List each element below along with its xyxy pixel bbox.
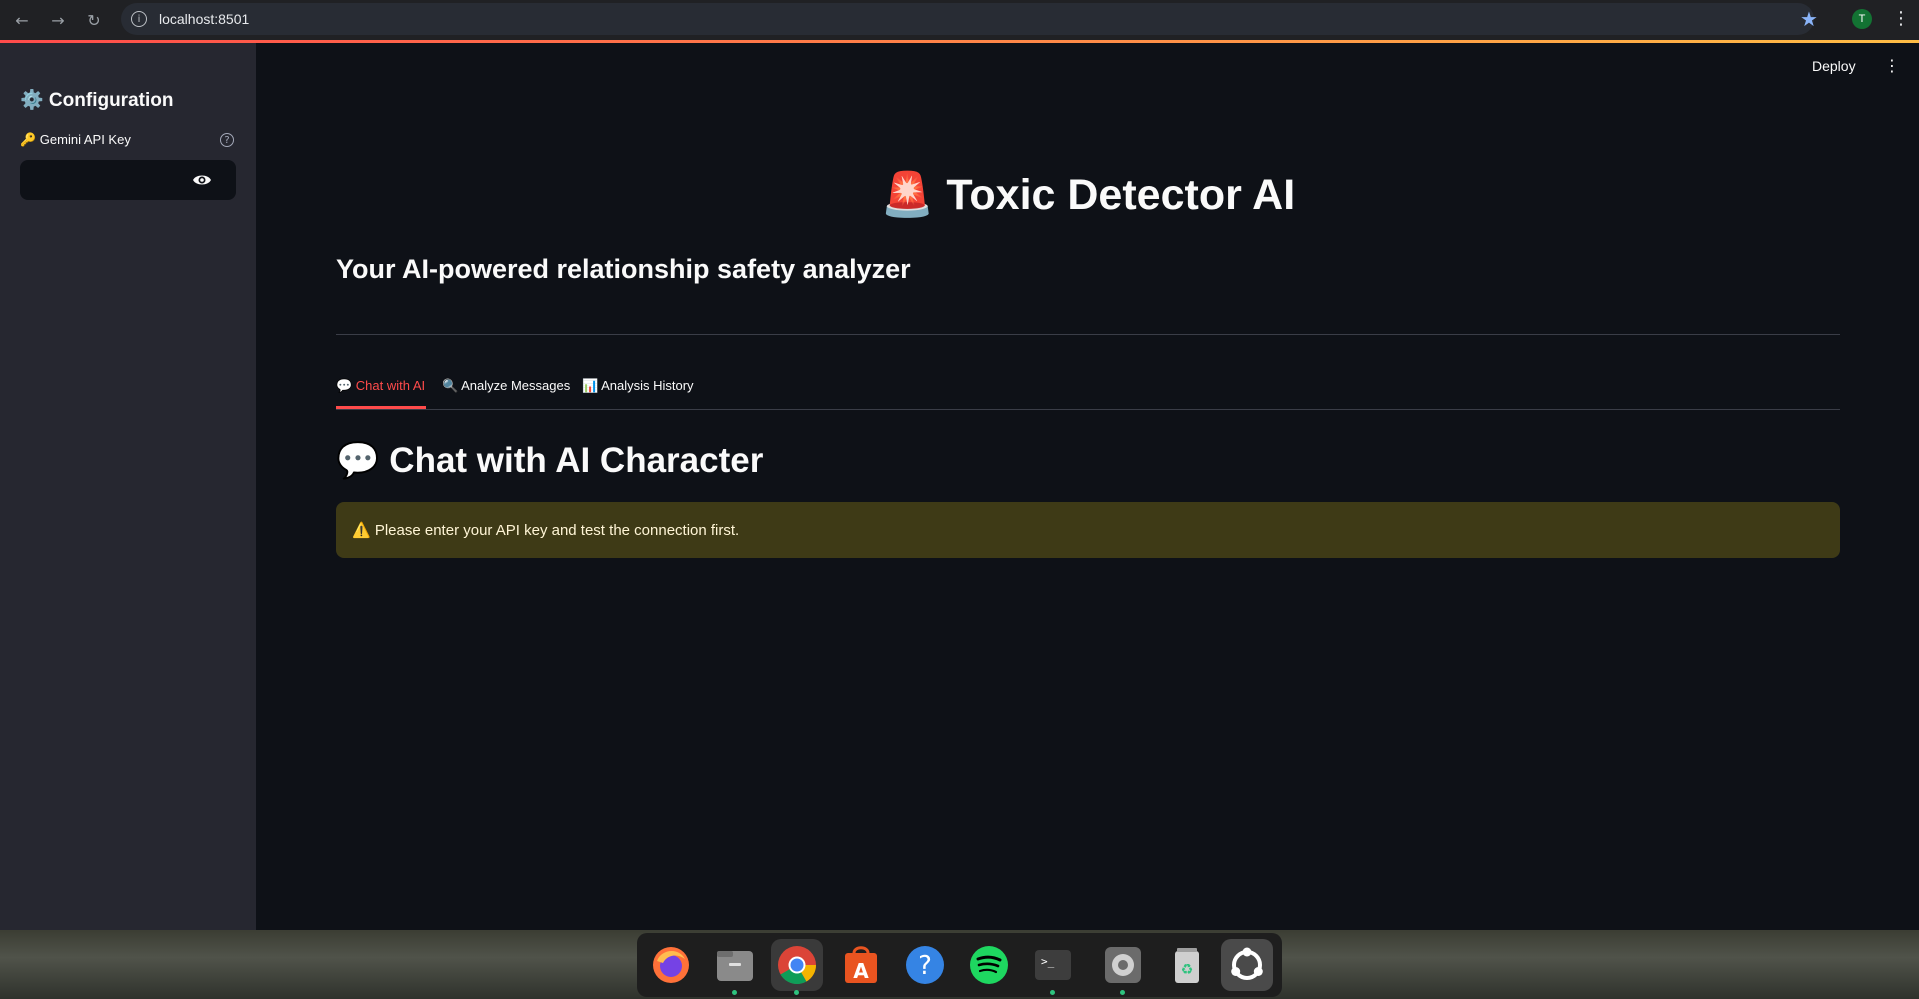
bookmark-star-icon[interactable]: ★ — [1800, 7, 1818, 31]
profile-avatar[interactable]: T — [1852, 9, 1872, 29]
site-info-icon[interactable]: i — [131, 11, 147, 27]
page-title: 🚨 Toxic Detector AI — [880, 171, 1296, 219]
tab-bar: 💬 Chat with AI 🔍 Analyze Messages 📊 Anal… — [336, 370, 1840, 410]
help-icon[interactable]: ? — [220, 133, 234, 147]
section-title: 💬 Chat with AI Character — [336, 441, 764, 480]
divider — [336, 334, 1840, 335]
spotify-icon[interactable] — [963, 939, 1015, 991]
tab-chat-with-ai[interactable]: 💬 Chat with AI — [336, 378, 425, 394]
svg-text:A: A — [853, 959, 869, 983]
api-key-label: 🔑 Gemini API Key — [20, 132, 131, 147]
url-text: localhost:8501 — [159, 11, 250, 27]
terminal-icon[interactable]: >_ — [1027, 939, 1079, 995]
running-indicator — [732, 990, 737, 995]
address-bar[interactable]: i localhost:8501 — [121, 3, 1814, 35]
running-indicator — [1120, 990, 1125, 995]
browser-menu-icon[interactable]: ⋮ — [1892, 8, 1910, 29]
show-password-eye-icon[interactable] — [192, 172, 212, 188]
svg-text:♻: ♻ — [1181, 962, 1194, 978]
ubuntu-apps-icon[interactable] — [1221, 939, 1273, 991]
chrome-icon[interactable] — [771, 939, 823, 995]
browser-toolbar: ← → ↻ i localhost:8501 ★ T ⋮ — [0, 0, 1919, 40]
reload-icon: ↻ — [87, 10, 101, 30]
app-header-decoration — [0, 40, 1919, 43]
sidebar-title: ⚙️ Configuration — [20, 90, 174, 111]
reload-button[interactable]: ↻ — [80, 6, 108, 34]
app-center-icon[interactable]: A — [835, 939, 887, 991]
arrow-left-icon: ← — [15, 10, 29, 30]
warning-alert: ⚠️ Please enter your API key and test th… — [336, 502, 1840, 558]
settings-icon[interactable] — [1097, 939, 1149, 995]
back-button[interactable]: ← — [8, 6, 36, 34]
files-icon[interactable] — [709, 939, 761, 995]
tab-analysis-history[interactable]: 📊 Analysis History — [582, 378, 694, 394]
svg-text:?: ? — [918, 951, 932, 981]
help-icon[interactable]: ? — [899, 939, 951, 991]
main-menu-icon[interactable]: ⋮ — [1884, 56, 1900, 75]
warning-text: ⚠️ Please enter your API key and test th… — [352, 522, 740, 539]
deploy-button[interactable]: Deploy — [1812, 58, 1856, 74]
forward-button[interactable]: → — [44, 6, 72, 34]
tab-analyze-messages[interactable]: 🔍 Analyze Messages — [442, 378, 570, 394]
trash-icon[interactable]: ♻ — [1161, 939, 1213, 991]
firefox-icon[interactable] — [645, 939, 697, 991]
arrow-right-icon: → — [51, 10, 65, 30]
dock: A ? >_ ♻ — [637, 933, 1282, 997]
running-indicator — [794, 990, 799, 995]
page-subtitle: Your AI-powered relationship safety anal… — [336, 254, 911, 284]
active-tab-indicator — [336, 406, 426, 409]
running-indicator — [1050, 990, 1055, 995]
svg-text:>_: >_ — [1041, 955, 1055, 968]
